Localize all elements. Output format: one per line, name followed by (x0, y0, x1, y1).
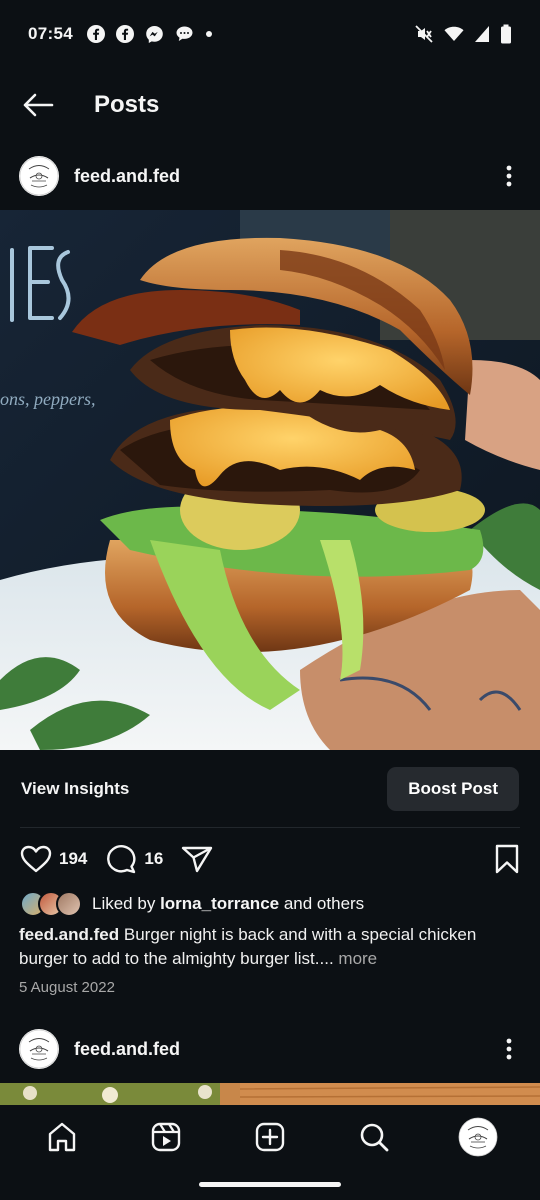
view-insights-link[interactable]: View Insights (21, 779, 129, 799)
battery-icon (500, 24, 512, 44)
insights-row: View Insights Boost Post (0, 764, 540, 814)
more-vertical-icon (506, 165, 512, 187)
comment-button[interactable]: 16 (105, 844, 163, 874)
send-icon (182, 846, 213, 873)
mute-icon (414, 24, 434, 44)
chat-bubble-icon (175, 25, 194, 43)
nav-reels[interactable] (138, 1109, 194, 1165)
post-options-button[interactable] (497, 161, 521, 191)
facebook-icon (86, 25, 105, 43)
liked-by-user[interactable]: lorna_torrance (160, 894, 279, 914)
boost-post-button[interactable]: Boost Post (387, 767, 519, 811)
status-time: 07:54 (28, 24, 73, 43)
search-icon (360, 1123, 389, 1152)
next-post-header: feed.and.fed (0, 1021, 540, 1077)
liker-avatars (20, 891, 82, 917)
dot-icon (205, 30, 213, 38)
system-icons (414, 24, 512, 44)
nav-search[interactable] (346, 1109, 402, 1165)
post-actions: 194 16 (0, 838, 540, 880)
like-count[interactable]: 194 (59, 849, 87, 869)
save-button[interactable] (494, 844, 520, 874)
liker-avatar (56, 891, 82, 917)
more-vertical-icon (506, 1038, 512, 1060)
avatar[interactable] (19, 156, 59, 196)
post-image[interactable]: ons, peppers, (0, 210, 540, 750)
bottom-nav (0, 1105, 540, 1200)
next-post-image[interactable] (0, 1083, 540, 1105)
liked-by-prefix: Liked by (92, 894, 156, 913)
caption-more-link[interactable]: more (338, 949, 377, 968)
reels-icon (151, 1122, 181, 1152)
svg-text:ons, peppers,: ons, peppers, (0, 389, 96, 409)
page-title: Posts (94, 91, 160, 118)
nav-home[interactable] (34, 1109, 90, 1165)
app-header: Posts (0, 74, 540, 136)
back-button[interactable] (20, 87, 56, 123)
likes-summary[interactable]: Liked by lorna_torrance and others (0, 888, 540, 920)
caption-username[interactable]: feed.and.fed (19, 925, 119, 944)
status-bar: 07:54 (0, 0, 540, 68)
post-date: 5 August 2022 (19, 979, 115, 996)
home-icon (48, 1122, 76, 1152)
comment-count[interactable]: 16 (144, 849, 163, 869)
post-username[interactable]: feed.and.fed (74, 166, 180, 187)
profile-avatar (458, 1117, 498, 1157)
bookmark-icon (495, 844, 519, 874)
share-button[interactable] (181, 845, 213, 873)
nav-profile[interactable] (450, 1109, 506, 1165)
divider (20, 827, 520, 828)
messenger-icon (145, 25, 164, 44)
home-indicator[interactable] (199, 1182, 341, 1187)
wifi-icon (444, 25, 464, 43)
comment-icon (107, 845, 136, 874)
liked-by-suffix: and others (283, 894, 365, 913)
like-button[interactable]: 194 (20, 845, 87, 873)
arrow-left-icon (23, 93, 54, 117)
next-post-username[interactable]: feed.and.fed (74, 1039, 180, 1060)
signal-icon (474, 25, 490, 43)
notification-icons (86, 25, 213, 44)
next-post-options-button[interactable] (497, 1034, 521, 1064)
avatar[interactable] (19, 1029, 59, 1069)
post-header: feed.and.fed (0, 148, 540, 204)
facebook-icon (115, 25, 134, 43)
nav-create[interactable] (242, 1109, 298, 1165)
post-caption: feed.and.fed Burger night is back and wi… (19, 923, 519, 971)
heart-icon (20, 845, 52, 873)
create-icon (255, 1122, 285, 1152)
